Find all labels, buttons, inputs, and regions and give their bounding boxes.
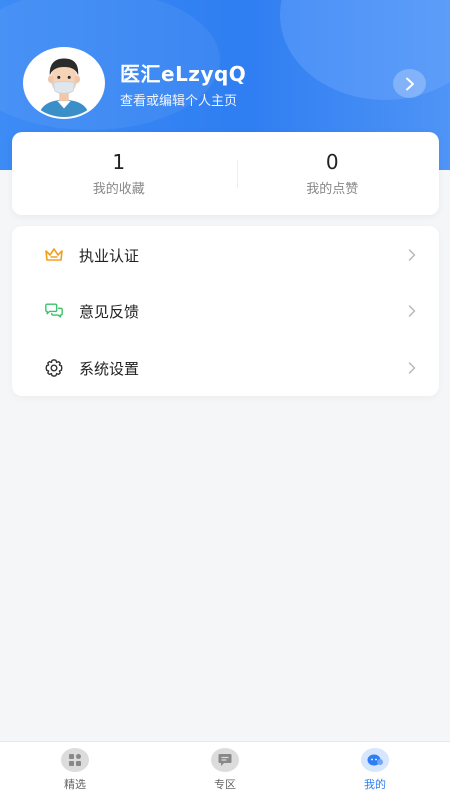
tab-label: 专区 bbox=[214, 778, 236, 791]
profile-arrow-button[interactable] bbox=[393, 69, 426, 98]
stats-card: 1 我的收藏 0 我的点赞 bbox=[12, 132, 439, 215]
chevron-right-icon bbox=[408, 362, 416, 374]
profile-icon bbox=[361, 748, 389, 772]
grid-icon bbox=[61, 748, 89, 772]
username[interactable]: 医汇eLzyqQ bbox=[120, 58, 246, 87]
avatar[interactable] bbox=[23, 47, 105, 119]
tab-featured[interactable]: 精选 bbox=[0, 742, 150, 800]
menu-item-label: 系统设置 bbox=[79, 359, 140, 378]
tab-label: 精选 bbox=[64, 778, 86, 791]
menu-item-label: 意见反馈 bbox=[79, 302, 140, 321]
stats-divider bbox=[237, 160, 238, 188]
chevron-right-icon bbox=[408, 305, 416, 317]
chevron-right-icon bbox=[405, 77, 414, 90]
menu-item-settings[interactable]: 系统设置 bbox=[12, 343, 439, 393]
menu-item-certification[interactable]: 执业认证 bbox=[12, 230, 439, 280]
tab-mine[interactable]: 我的 bbox=[300, 742, 450, 800]
menu-item-feedback[interactable]: 意见反馈 bbox=[12, 286, 439, 336]
avatar-illustration bbox=[25, 49, 103, 117]
menu-card: 执业认证 意见反馈 系统设置 bbox=[12, 226, 439, 396]
message-board-icon bbox=[211, 748, 239, 772]
tab-zone[interactable]: 专区 bbox=[150, 742, 300, 800]
crown-icon bbox=[44, 245, 64, 265]
likes-count: 0 bbox=[325, 150, 339, 174]
chat-bubbles-icon bbox=[44, 301, 64, 321]
tab-label: 我的 bbox=[364, 778, 386, 791]
gear-icon bbox=[44, 358, 64, 378]
stat-likes[interactable]: 0 我的点赞 bbox=[226, 132, 440, 215]
menu-item-label: 执业认证 bbox=[79, 246, 140, 265]
stat-favorites[interactable]: 1 我的收藏 bbox=[12, 132, 226, 215]
favorites-count: 1 bbox=[112, 150, 126, 174]
bottom-tab-bar: 精选 专区 我的 bbox=[0, 741, 450, 800]
chevron-right-icon bbox=[408, 249, 416, 261]
favorites-label: 我的收藏 bbox=[92, 182, 145, 197]
edit-profile-link[interactable]: 查看或编辑个人主页 bbox=[120, 90, 237, 109]
likes-label: 我的点赞 bbox=[306, 182, 359, 197]
